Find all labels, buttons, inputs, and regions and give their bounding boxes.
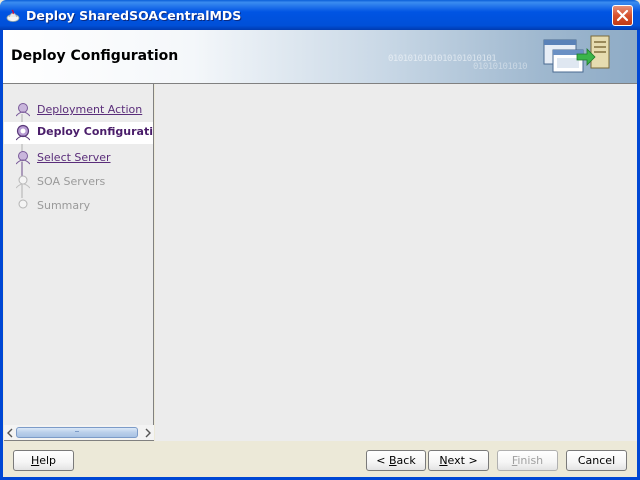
finish-button[interactable]: Finish [497, 450, 558, 471]
scrollbar-thumb[interactable] [16, 427, 138, 438]
step-deployment-action[interactable]: Deployment Action [4, 100, 153, 120]
deploy-server-icon [543, 35, 610, 73]
step-current-icon [16, 124, 30, 141]
step-disabled-icon [18, 199, 28, 209]
next-mnemonic: N [439, 454, 448, 467]
step-summary: Summary [4, 196, 153, 216]
close-icon [616, 9, 629, 22]
next-label: ext > [447, 454, 478, 467]
nav-horizontal-scrollbar[interactable] [4, 425, 154, 440]
scroll-right-icon[interactable] [144, 428, 152, 438]
help-mnemonic: H [30, 454, 40, 467]
step-select-server[interactable]: Select Server [4, 148, 153, 168]
help-label: elp [39, 454, 57, 467]
cancel-label: Cancel [577, 454, 616, 467]
help-button[interactable]: Help [13, 450, 74, 471]
step-visited-icon [16, 151, 30, 165]
step-visited-icon [16, 103, 30, 117]
back-label: ack [396, 454, 416, 467]
scroll-left-icon[interactable] [6, 428, 14, 438]
cancel-button[interactable]: Cancel [566, 450, 627, 471]
step-disabled-icon [16, 175, 30, 189]
step-label[interactable]: Deployment Action [37, 103, 142, 116]
window-title: Deploy SharedSOACentralMDS [26, 8, 242, 23]
finish-label: inish [517, 454, 544, 467]
step-label[interactable]: Select Server [37, 151, 111, 164]
title-bar[interactable]: Deploy SharedSOACentralMDS [0, 0, 640, 30]
back-mnemonic: B [389, 454, 397, 467]
step-deploy-configuration[interactable]: Deploy Configuration [4, 122, 153, 144]
grip-icon [75, 431, 79, 435]
step-label[interactable]: Deploy Configuration [37, 125, 153, 138]
step-label: Summary [37, 199, 91, 212]
back-button[interactable]: < Back [366, 450, 426, 471]
step-soa-servers: SOA Servers [4, 172, 153, 192]
page-title: Deploy Configuration [11, 48, 179, 64]
back-prefix: < [376, 454, 389, 467]
wizard-content-area [155, 84, 637, 441]
close-button[interactable] [612, 5, 633, 26]
step-label: SOA Servers [37, 175, 106, 188]
header-banner: Deploy Configuration 0101010101010101010… [3, 30, 637, 84]
app-icon [5, 7, 21, 23]
wizard-navigation-panel: Deployment Action Deploy Configuration S… [4, 84, 154, 441]
next-button[interactable]: Next > [428, 450, 489, 471]
banner-decoration-2: 01010101010 [473, 62, 528, 72]
